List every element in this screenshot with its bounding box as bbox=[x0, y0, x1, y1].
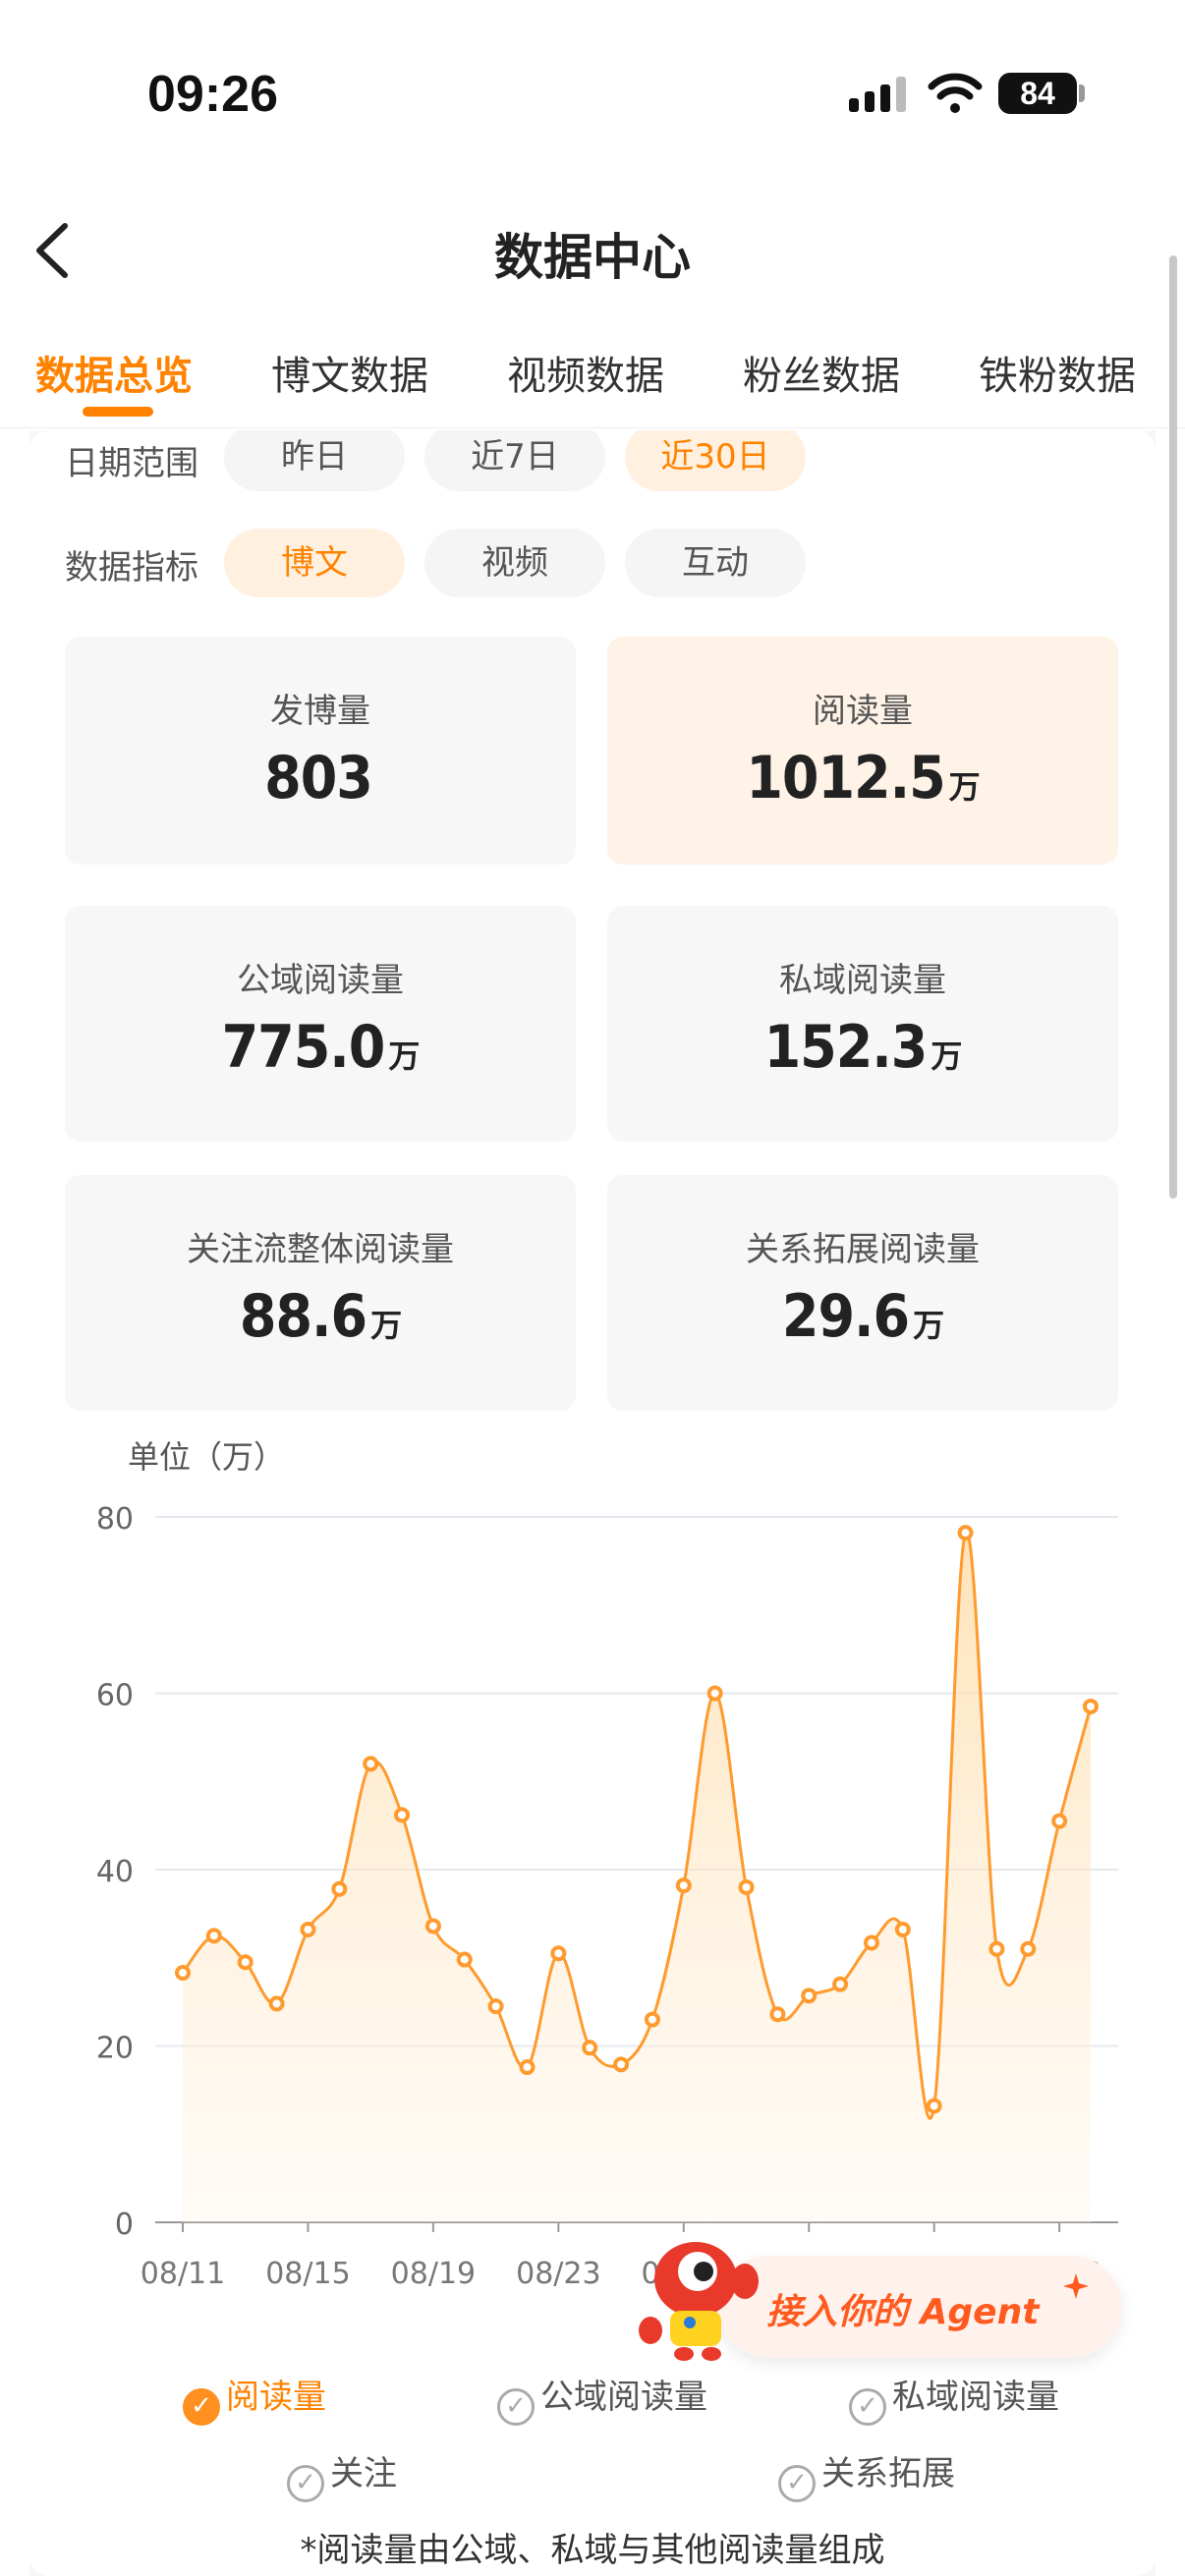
status-bar: 09:26 84 bbox=[0, 0, 1185, 187]
agent-floating-button[interactable]: 接入你的 Agent bbox=[629, 2220, 1122, 2361]
data-point bbox=[1051, 1813, 1068, 1829]
stat-label: 阅读量 bbox=[813, 692, 913, 731]
date-range-label: 日期范围 bbox=[65, 444, 198, 483]
stat-label: 公域阅读量 bbox=[237, 961, 404, 1000]
data-point bbox=[1083, 1698, 1099, 1714]
stat-card-private-reads[interactable]: 私域阅读量 152.3 万 bbox=[607, 906, 1118, 1142]
legend-private-reads[interactable]: ✓ 私域阅读量 bbox=[849, 2370, 1059, 2426]
data-point bbox=[582, 2040, 598, 2056]
data-point bbox=[957, 1525, 974, 1541]
y-tick-label: 80 bbox=[96, 1502, 134, 1537]
x-tick-label: 08/23 bbox=[516, 2257, 600, 2291]
stat-value: 152.3 万 bbox=[763, 1013, 963, 1082]
y-tick-label: 60 bbox=[96, 1679, 134, 1713]
tab-posts[interactable]: 博文数据 bbox=[271, 344, 428, 401]
tab-bar: 数据总览 博文数据 视频数据 粉丝数据 铁粉数据 bbox=[0, 334, 1185, 428]
data-point bbox=[988, 1940, 1005, 1957]
footnote: *阅读量由公域、私域与其他阅读量组成 bbox=[300, 2531, 885, 2570]
y-tick-label: 0 bbox=[115, 2208, 134, 2242]
data-point bbox=[644, 2011, 660, 2028]
battery-indicator: 84 bbox=[998, 73, 1077, 114]
y-tick-label: 40 bbox=[96, 1855, 134, 1889]
stat-value: 1012.5 万 bbox=[746, 744, 980, 812]
stat-card-relation-reads[interactable]: 关系拓展阅读量 29.6 万 bbox=[607, 1175, 1118, 1411]
agent-button-label: 接入你的 Agent bbox=[766, 2292, 1040, 2332]
metric-chip-posts[interactable]: 博文 bbox=[224, 529, 405, 597]
metric-chip-interaction[interactable]: 互动 bbox=[625, 529, 806, 597]
trend-chart-svg[interactable]: 02040608008/1108/1508/1908/2308/2708/310… bbox=[29, 1432, 1156, 2336]
data-point bbox=[1020, 1940, 1037, 1957]
data-point bbox=[832, 1976, 849, 1992]
data-point bbox=[487, 1998, 504, 2015]
data-point bbox=[424, 1918, 441, 1934]
data-point bbox=[926, 2098, 942, 2114]
data-point bbox=[456, 1951, 473, 1968]
tab-overview[interactable]: 数据总览 bbox=[35, 344, 193, 401]
data-point bbox=[237, 1954, 254, 1971]
legend-reads[interactable]: ✓ 阅读量 bbox=[183, 2370, 326, 2426]
check-icon: ✓ bbox=[497, 2388, 535, 2426]
check-icon: ✓ bbox=[287, 2465, 324, 2502]
stat-label: 关注流整体阅读量 bbox=[187, 1230, 454, 1269]
battery-tip bbox=[1079, 84, 1085, 102]
stat-card-reads[interactable]: 阅读量 1012.5 万 bbox=[607, 637, 1118, 865]
data-point bbox=[268, 1995, 285, 2012]
stat-card-public-reads[interactable]: 公域阅读量 775.0 万 bbox=[65, 906, 576, 1142]
mascot-icon bbox=[639, 2242, 759, 2361]
data-point bbox=[175, 1965, 191, 1982]
check-icon: ✓ bbox=[849, 2388, 886, 2426]
stat-value: 803 bbox=[264, 744, 373, 812]
data-point bbox=[550, 1945, 567, 1962]
tab-indicator bbox=[83, 407, 153, 417]
data-point bbox=[363, 1756, 379, 1772]
legend-follow[interactable]: ✓ 关注 bbox=[287, 2446, 397, 2502]
page-title: 数据中心 bbox=[494, 229, 691, 286]
stat-card-post-count[interactable]: 发博量 803 bbox=[65, 637, 576, 865]
data-point bbox=[613, 2056, 630, 2073]
tab-fans[interactable]: 粉丝数据 bbox=[743, 344, 900, 401]
date-chip-yesterday[interactable]: 昨日 bbox=[224, 430, 405, 491]
cellular-signal-icon bbox=[849, 77, 906, 112]
stat-label: 私域阅读量 bbox=[779, 961, 946, 1000]
metric-label: 数据指标 bbox=[65, 548, 198, 588]
data-point bbox=[706, 1685, 723, 1702]
stat-value: 29.6 万 bbox=[781, 1282, 944, 1351]
data-point bbox=[519, 2059, 536, 2076]
stat-label: 发博量 bbox=[270, 692, 370, 731]
legend-relation[interactable]: ✓ 关系拓展 bbox=[778, 2446, 955, 2502]
legend-public-reads[interactable]: ✓ 公域阅读量 bbox=[497, 2370, 707, 2426]
stat-value: 88.6 万 bbox=[239, 1282, 402, 1351]
stat-value: 775.0 万 bbox=[221, 1013, 421, 1082]
x-tick-label: 08/15 bbox=[265, 2257, 350, 2291]
data-point bbox=[801, 1988, 818, 2004]
tab-videos[interactable]: 视频数据 bbox=[507, 344, 664, 401]
data-point bbox=[394, 1807, 411, 1823]
data-point bbox=[205, 1928, 222, 1944]
data-point bbox=[738, 1878, 755, 1895]
data-point bbox=[863, 1934, 879, 1951]
data-point bbox=[769, 2006, 786, 2023]
check-icon: ✓ bbox=[183, 2388, 220, 2426]
navigation-bar: 数据中心 bbox=[0, 196, 1185, 305]
stat-card-follow-feed-reads[interactable]: 关注流整体阅读量 88.6 万 bbox=[65, 1175, 576, 1411]
scrollbar[interactable] bbox=[1169, 255, 1177, 1199]
x-tick-label: 08/11 bbox=[141, 2257, 225, 2291]
data-point bbox=[894, 1922, 911, 1938]
wifi-icon bbox=[928, 73, 983, 113]
metric-chip-videos[interactable]: 视频 bbox=[424, 529, 605, 597]
y-tick-label: 20 bbox=[96, 2032, 134, 2066]
area-fill bbox=[183, 1531, 1091, 2222]
stat-label: 关系拓展阅读量 bbox=[746, 1230, 980, 1269]
trend-chart: 单位（万） 02040608008/1108/1508/1908/2308/27… bbox=[29, 1432, 1156, 2336]
sparkle-icon bbox=[1063, 2273, 1089, 2299]
x-tick-label: 08/19 bbox=[391, 2257, 476, 2291]
date-chip-30days[interactable]: 近30日 bbox=[625, 430, 806, 491]
tab-iron-fans[interactable]: 铁粉数据 bbox=[979, 344, 1136, 401]
data-point bbox=[331, 1880, 348, 1897]
check-icon: ✓ bbox=[778, 2465, 816, 2502]
status-time: 09:26 bbox=[147, 66, 278, 123]
data-point bbox=[675, 1877, 692, 1894]
date-chip-7days[interactable]: 近7日 bbox=[424, 430, 605, 491]
data-point bbox=[300, 1922, 316, 1938]
